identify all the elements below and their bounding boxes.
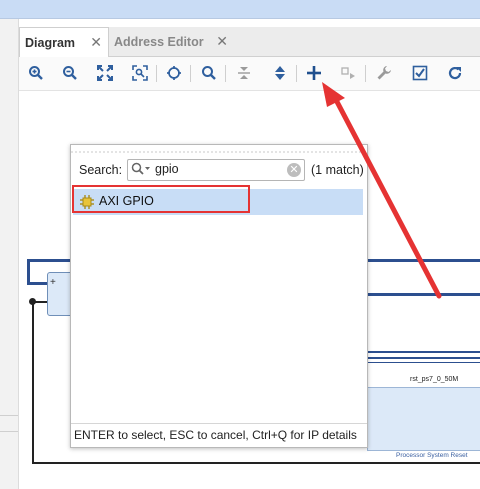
select-area-icon[interactable] [165, 64, 183, 82]
block-type-label: Processor System Reset [396, 452, 468, 459]
route-icon[interactable] [339, 64, 357, 82]
toolbar-separator [296, 65, 297, 82]
tab-label: Address Editor [114, 34, 204, 49]
expand-icon[interactable] [271, 64, 289, 82]
port-dot [29, 298, 36, 305]
diagram-toolbar [19, 57, 480, 91]
panel-divider [0, 431, 18, 432]
toolbar-separator [365, 65, 366, 82]
wire [27, 282, 47, 285]
block-instance-name: rst_ps7_0_50M [410, 376, 459, 383]
collapse-icon[interactable] [235, 64, 253, 82]
wire [32, 301, 34, 463]
wrench-icon[interactable] [375, 64, 393, 82]
add-ip-popup: Search: gpio ✕ (1 match) AXI GPIO ENTER … [70, 144, 368, 448]
tab-diagram[interactable]: Diagram ✕ [19, 27, 109, 57]
annotation-highlight-box [72, 185, 250, 213]
search-value: gpio [155, 162, 179, 176]
zoom-out-icon[interactable] [61, 64, 79, 82]
zoom-fit-icon[interactable] [96, 64, 114, 82]
search-label: Search: [79, 163, 123, 177]
wire [32, 462, 480, 464]
editor-tab-bar: Diagram ✕ Address Editor ✕ [19, 27, 480, 57]
zoom-in-icon[interactable] [27, 64, 45, 82]
search-row: Search: gpio ✕ (1 match) [71, 153, 367, 185]
popup-footer: ENTER to select, ESC to cancel, Ctrl+Q f… [71, 423, 367, 446]
validate-icon[interactable] [411, 64, 429, 82]
popup-resize-grip[interactable] [71, 145, 367, 153]
match-count: (1 match) [311, 163, 364, 177]
tab-label: Diagram [25, 35, 76, 50]
clear-search-icon[interactable]: ✕ [287, 163, 301, 177]
panel-divider [0, 415, 18, 416]
window-title-band [0, 0, 480, 19]
toolbar-separator [190, 65, 191, 82]
search-icon[interactable] [200, 64, 218, 82]
zoom-area-icon[interactable] [131, 64, 149, 82]
toolbar-separator [225, 65, 226, 82]
proc-sys-reset-block[interactable]: rst_ps7_0_50M Processor System Reset [367, 376, 480, 459]
close-icon[interactable]: ✕ [90, 34, 102, 51]
close-icon[interactable]: ✕ [216, 33, 228, 50]
left-panel-edge [0, 19, 19, 489]
refresh-icon[interactable] [446, 64, 464, 82]
expand-port-glyph[interactable]: + [50, 277, 56, 288]
wire [367, 362, 480, 363]
wire [367, 357, 480, 359]
toolbar-separator [156, 65, 157, 82]
wire [367, 351, 480, 353]
search-input[interactable]: gpio ✕ [127, 159, 305, 181]
wire [367, 293, 480, 296]
keyboard-hint: ENTER to select, ESC to cancel, Ctrl+Q f… [74, 428, 357, 442]
search-icon[interactable] [131, 162, 151, 179]
add-ip-icon[interactable] [305, 64, 323, 82]
tab-address-editor[interactable]: Address Editor ✕ [109, 27, 234, 56]
